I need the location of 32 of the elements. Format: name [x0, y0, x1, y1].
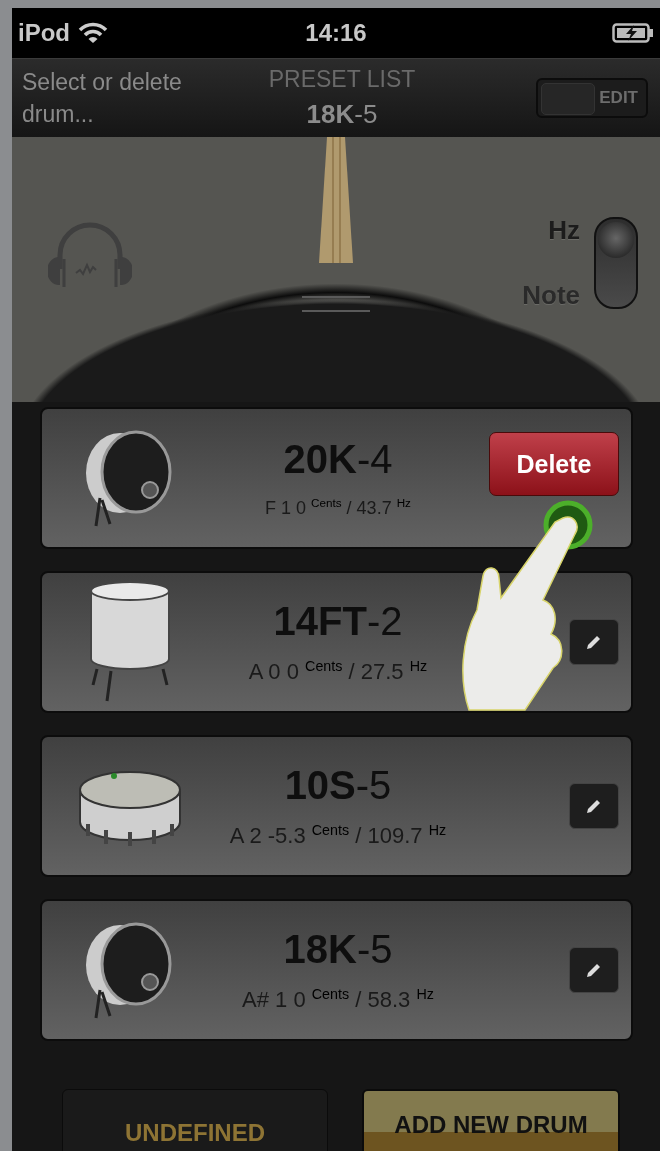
pencil-icon — [585, 797, 603, 815]
edit-button[interactable] — [569, 619, 619, 665]
unit-toggle-switch[interactable] — [594, 217, 638, 309]
edit-switch[interactable]: EDIT — [536, 78, 648, 118]
preset-name: 10S-5 — [284, 762, 392, 808]
undefined-button[interactable]: UNDEFINED — [62, 1089, 328, 1151]
preset-row[interactable]: 10S-5 A 2 -5.3 $^{Cents}$ / 109.7 $^{Hz}$ — [40, 735, 633, 877]
unit-option-label[interactable]: Hz — [548, 215, 580, 246]
pencil-icon — [585, 633, 603, 651]
current-preset-name: 18K-5 — [306, 99, 378, 130]
delete-button[interactable]: Delete — [489, 432, 619, 496]
preset-row[interactable]: 20K-4 F 1 0 $^{Cents}$ / 43.7 $^{Hz}$ Delete — [40, 407, 633, 549]
edit-button[interactable] — [569, 947, 619, 993]
edit-button[interactable] — [569, 783, 619, 829]
carrier-label: iPod — [18, 19, 70, 47]
preset-row[interactable]: 18K-5 A# 1 0 $^{Cents}$ / 58.3 $^{Hz}$ — [40, 899, 633, 1041]
preset-list-title: PRESET LIST — [268, 66, 416, 93]
instruction-text: Select or delete drum... — [22, 68, 183, 129]
preset-name: 18K-5 — [283, 926, 393, 972]
pitch-reading: A 0 0 $^{Cents}$ / 27.5 $^{Hz}$ — [248, 657, 428, 686]
add-new-drum-button[interactable]: ADD NEW DRUM — [362, 1089, 620, 1151]
wifi-icon — [78, 22, 108, 44]
clock-time: 14:16 — [305, 19, 367, 47]
battery-charging-icon — [612, 22, 654, 44]
toggle-thumb[interactable] — [598, 222, 634, 258]
pitch-reading: A 2 -5.3 $^{Cents}$ / 109.7 $^{Hz}$ — [229, 821, 447, 850]
drag-handle-icon[interactable] — [302, 295, 370, 313]
pitch-reading: F 1 0 $^{Cents}$ / 43.7 $^{Hz}$ — [265, 496, 411, 519]
pitch-reading: A# 1 0 $^{Cents}$ / 58.3 $^{Hz}$ — [242, 985, 434, 1014]
pencil-icon — [585, 961, 603, 979]
preset-name: 20K-4 — [283, 437, 393, 482]
preset-name: 14FT-2 — [273, 598, 403, 644]
